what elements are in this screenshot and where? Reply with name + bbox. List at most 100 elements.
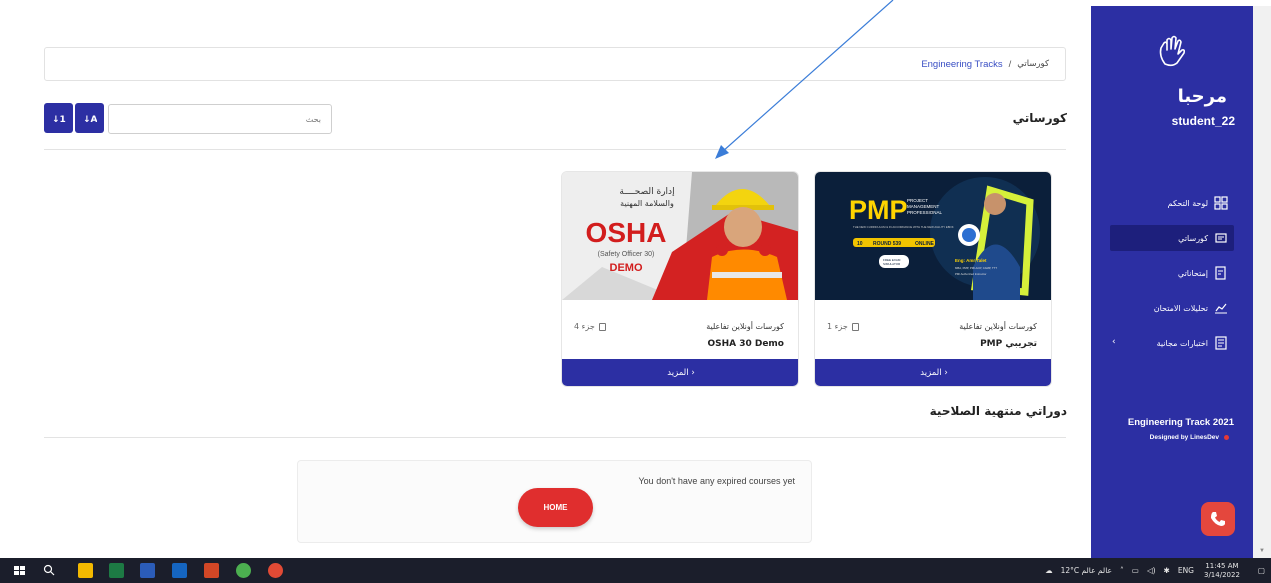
svg-text:Eng: Amr Talet: Eng: Amr Talet — [955, 258, 987, 263]
sidebar-item-label: تحليلات الامتحان — [1153, 303, 1208, 313]
bluetooth-icon[interactable]: ✱ — [1164, 566, 1170, 575]
course-card-pmp[interactable]: PMP PROJECT MANAGEMENT PROFESSIONAL THE … — [814, 171, 1052, 387]
sidebar-username: student_22 — [1171, 114, 1235, 128]
analytics-icon — [1215, 303, 1227, 314]
course-thumbnail-pmp: PMP PROJECT MANAGEMENT PROFESSIONAL THE … — [815, 172, 1051, 300]
search-icon[interactable] — [42, 563, 57, 578]
document-icon — [598, 322, 606, 331]
document-icon — [851, 322, 859, 331]
chrome-active-icon[interactable] — [268, 563, 283, 578]
dashboard-icon — [1214, 196, 1228, 210]
course-part-count: 1 جزء — [827, 322, 859, 331]
system-tray: ☁ 12°C عالم عالم ˄ ▭ ◁) ✱ ENG 11:45 AM 3… — [1037, 558, 1265, 583]
course-name[interactable]: OSHA 30 Demo — [707, 339, 784, 349]
tray-chevron-up-icon[interactable]: ˄ — [1120, 566, 1124, 575]
outlook-icon[interactable] — [172, 563, 187, 578]
sidebar-item-label: اختبارات مجانية — [1156, 338, 1208, 348]
course-part-count-label: 4 جزء — [574, 322, 595, 331]
my-courses-title: كورساتي — [1012, 111, 1067, 125]
sidebar-item-my-exams[interactable]: إمتحاناتي — [1110, 260, 1234, 286]
breadcrumb-link-engineering-tracks[interactable]: Engineering Tracks — [921, 59, 1002, 70]
svg-text:PMI Authorized Instructor: PMI Authorized Instructor — [955, 272, 986, 276]
status-dot — [1224, 435, 1229, 440]
expired-divider — [44, 437, 1066, 438]
file-explorer-icon[interactable] — [78, 563, 93, 578]
svg-text:THE NEW CURRICULUM & IN ACCORD: THE NEW CURRICULUM & IN ACCORDANCE WITH … — [853, 225, 954, 229]
clock-time: 11:45 AM — [1205, 561, 1239, 570]
course-name[interactable]: PMP تجريبي — [980, 339, 1037, 349]
exam-icon — [1215, 266, 1226, 280]
word-icon[interactable] — [140, 563, 155, 578]
svg-text:DEMO: DEMO — [610, 262, 643, 274]
svg-text:↓A: ↓A — [83, 115, 97, 125]
course-thumbnail-osha: إدارة الصحــــة والسلامة المهنية OSHA (S… — [562, 172, 798, 300]
course-more-button[interactable]: المزيد › — [562, 359, 798, 386]
phone-icon — [1211, 512, 1225, 526]
svg-text:والسلامة المهنية: والسلامة المهنية — [620, 199, 674, 208]
expired-courses-panel: You don't have any expired courses yet H… — [297, 460, 812, 543]
course-part-count-label: 1 جزء — [827, 322, 848, 331]
course-more-button[interactable]: المزيد › — [815, 359, 1051, 386]
courses-icon — [1215, 233, 1227, 243]
sidebar-brand: Engineering Track 2021 — [1127, 417, 1234, 428]
free-exam-icon — [1215, 336, 1227, 350]
svg-text:MANAGEMENT: MANAGEMENT — [907, 204, 940, 209]
sidebar-item-dashboard[interactable]: لوحة التحكم — [1110, 190, 1234, 216]
app-page: Engineering Tracks / كورساتي كورساتي ↓A … — [0, 0, 1271, 583]
svg-text:10: 10 — [857, 241, 863, 247]
weather-icon[interactable]: ☁ — [1045, 566, 1053, 575]
language-indicator[interactable]: ENG — [1178, 566, 1194, 575]
sidebar-designed-by: Designed by LinesDev — [1150, 434, 1229, 441]
notification-icon[interactable]: ▢ — [1258, 566, 1265, 575]
svg-text:SIMULATOR: SIMULATOR — [883, 262, 901, 266]
breadcrumb-separator: / — [1008, 58, 1012, 70]
expired-courses-title: دوراتي منتهية الصلاحية — [929, 404, 1067, 418]
sidebar: مرحبا student_22 لوحة التحكم كورساتي إمت… — [1091, 6, 1253, 558]
weather-text[interactable]: 12°C عالم عالم — [1061, 566, 1112, 575]
waving-hand-icon — [1159, 35, 1186, 67]
section-divider — [44, 149, 1066, 150]
breadcrumb-current: كورساتي — [1017, 59, 1049, 69]
powerpoint-icon[interactable] — [204, 563, 219, 578]
clock-date: 3/14/2022 — [1204, 570, 1240, 579]
sidebar-item-label: إمتحاناتي — [1177, 268, 1208, 278]
svg-text:PROJECT: PROJECT — [907, 198, 928, 203]
sort-desc-button[interactable]: ↓1 — [44, 103, 73, 133]
sidebar-item-my-courses[interactable]: كورساتي — [1110, 225, 1234, 251]
sidebar-menu: لوحة التحكم كورساتي إمتحاناتي تحليلات ال… — [1110, 190, 1234, 365]
windows-taskbar: ☁ 12°C عالم عالم ˄ ▭ ◁) ✱ ENG 11:45 AM 3… — [0, 558, 1271, 583]
course-category: كورسات أونلاين تفاعلية — [706, 322, 784, 331]
contact-phone-button[interactable] — [1201, 502, 1235, 536]
designed-by-label: Designed by LinesDev — [1149, 434, 1219, 441]
sort-desc-icon: ↓1 — [52, 115, 66, 125]
windows-start-icon[interactable] — [12, 563, 27, 578]
taskbar-clock[interactable]: 11:45 AM 3/14/2022 — [1204, 562, 1240, 580]
svg-text:ONLINE: ONLINE — [915, 241, 935, 247]
course-category: كورسات أونلاين تفاعلية — [959, 322, 1037, 331]
svg-text:ROUND 539: ROUND 539 — [873, 241, 901, 247]
search-input[interactable] — [108, 104, 332, 134]
expired-empty-message: You don't have any expired courses yet — [638, 476, 796, 486]
scroll-down-arrow-icon[interactable]: ▼ — [1259, 548, 1265, 554]
svg-text:MBA, PMP, PMI-ACP, CAMP, TTT: MBA, PMP, PMI-ACP, CAMP, TTT — [955, 266, 997, 270]
sidebar-item-label: لوحة التحكم — [1167, 198, 1208, 208]
home-button[interactable]: HOME — [518, 488, 593, 527]
svg-text:إدارة الصحــــة: إدارة الصحــــة — [619, 187, 674, 197]
svg-text:(Safety Officer 30): (Safety Officer 30) — [598, 251, 655, 258]
sidebar-item-label: كورساتي — [1178, 233, 1208, 243]
chrome-icon[interactable] — [236, 563, 251, 578]
network-icon[interactable]: ▭ — [1132, 566, 1139, 575]
page-scrollbar[interactable]: ▼ — [1253, 6, 1271, 558]
sidebar-item-exam-analytics[interactable]: تحليلات الامتحان — [1110, 295, 1234, 321]
course-card-osha[interactable]: إدارة الصحــــة والسلامة المهنية OSHA (S… — [561, 171, 799, 387]
svg-text:PROFESSIONAL: PROFESSIONAL — [907, 210, 943, 215]
svg-text:PMP: PMP — [849, 195, 908, 225]
breadcrumb: Engineering Tracks / كورساتي — [44, 47, 1066, 81]
svg-text:OSHA: OSHA — [586, 217, 667, 248]
excel-icon[interactable] — [109, 563, 124, 578]
sort-asc-button[interactable]: ↓A — [75, 103, 104, 133]
volume-icon[interactable]: ◁) — [1147, 566, 1156, 575]
course-part-count: 4 جزء — [574, 322, 606, 331]
chevron-left-icon: ‹ — [1112, 337, 1116, 347]
sidebar-item-free-exams[interactable]: ‹ اختبارات مجانية — [1110, 330, 1234, 356]
